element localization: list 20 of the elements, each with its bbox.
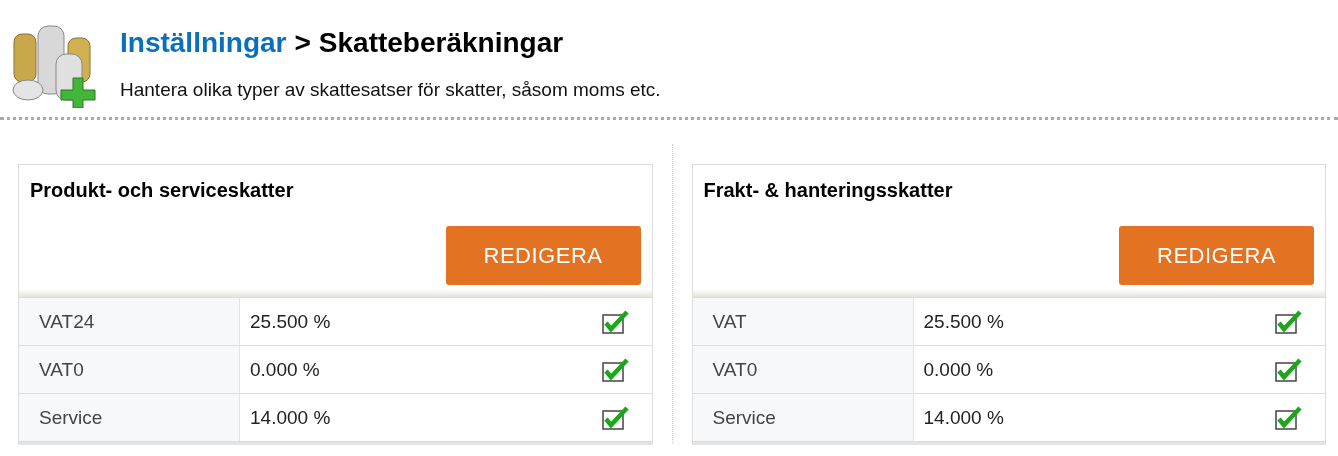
settings-link[interactable]: Inställningar [120, 27, 287, 59]
tax-rate-cell-text: 0.000 % [249, 357, 321, 382]
panel-title: Produkt- och serviceskatter [29, 178, 295, 202]
tax-rate-cell-text: 14.000 % [922, 405, 1005, 430]
tax-rate-cell-text: 25.500 % [922, 309, 1005, 334]
tax-rate-cell-text: 0.000 % [922, 357, 995, 382]
tax-name-cell: VAT0 [692, 346, 914, 393]
tax-name-cell: VAT0 [19, 346, 240, 393]
tax-name-cell: Service [19, 394, 240, 441]
page-title: Skatteberäkningar [318, 27, 564, 59]
breadcrumb-separator: > [294, 27, 311, 59]
tax-name-cell: VAT24 [19, 298, 240, 345]
panel-title: Frakt- & hanteringsskatter [702, 178, 954, 202]
tax-name-cell: VAT [692, 298, 914, 345]
tax-rate-cell-text: 14.000 % [249, 405, 332, 430]
edit-button[interactable]: REDIGERA [445, 226, 641, 285]
page-description: Hantera olika typer av skattesatser för skatter, såsom moms etc. [120, 79, 661, 101]
edit-button[interactable]: REDIGERA [1119, 226, 1314, 285]
tax-name-cell: Service [692, 394, 914, 441]
tax-rate-cell-text: 25.500 % [249, 309, 332, 334]
